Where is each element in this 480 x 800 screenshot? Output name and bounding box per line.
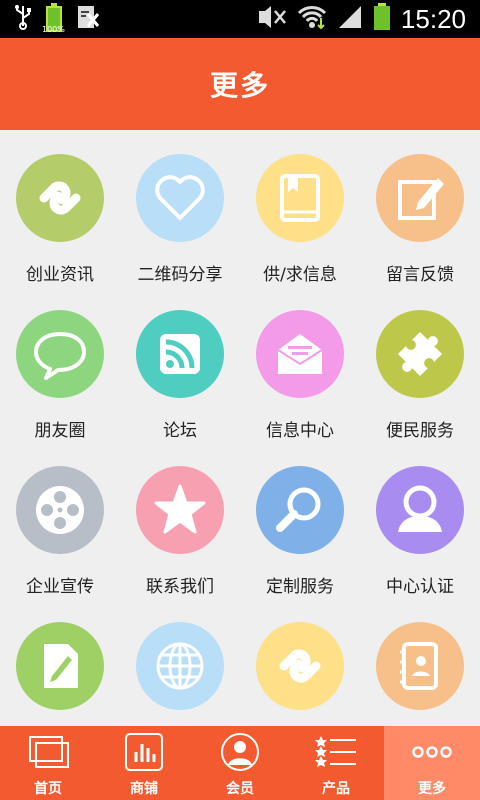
usb-icon	[14, 4, 32, 34]
nav-item-home[interactable]: 首页	[0, 726, 96, 800]
home-icon	[26, 732, 70, 772]
grid-item-supply-demand[interactable]: 供/求信息	[240, 130, 360, 286]
grid-item-circle	[376, 466, 464, 554]
grid-item-circle	[16, 310, 104, 398]
grid-item-label: 留言反馈	[386, 265, 454, 285]
grid-item-label: 便民服务	[386, 421, 454, 441]
grid-item-circle	[136, 466, 224, 554]
grid-item-label: 中心认证	[386, 577, 454, 597]
grid-item-circle	[376, 154, 464, 242]
grid-item-center-certification[interactable]: 中心认证	[360, 442, 480, 598]
grid-item-label: 信息中心	[266, 421, 334, 441]
page-title: 更多	[209, 69, 270, 102]
grid-item-label: 联系我们	[146, 577, 214, 597]
nav-label: 产品	[322, 781, 350, 797]
grid-item-message-center[interactable]: 信息中心	[240, 286, 360, 442]
signal-icon	[337, 4, 363, 34]
grid-item-label: 供/求信息	[263, 265, 337, 285]
product-list-icon	[314, 732, 358, 772]
wifi-icon	[297, 4, 327, 34]
grid-item-circle	[376, 622, 464, 710]
grid-item-contacts[interactable]	[360, 598, 480, 726]
member-icon	[218, 732, 262, 772]
header: 更多	[0, 38, 480, 130]
grid-item-label: 二维码分享	[137, 265, 223, 285]
grid-item-circle	[16, 466, 104, 554]
bottom-nav: 首页 商铺 会员 产品 更多	[0, 726, 480, 800]
nav-item-shop[interactable]: 商铺	[96, 726, 192, 800]
link-icon	[279, 649, 321, 683]
clock: 15:20	[400, 3, 466, 34]
nav-item-products[interactable]: 产品	[288, 726, 384, 800]
heart-icon	[155, 175, 205, 220]
envelope-icon	[277, 334, 323, 374]
grid-item-forum[interactable]: 论坛	[120, 286, 240, 442]
chat-bubble-icon	[34, 332, 86, 380]
magnifier-icon	[276, 487, 321, 532]
rss-icon	[160, 334, 200, 374]
film-reel-icon	[36, 486, 84, 534]
grid-item-link[interactable]	[240, 598, 360, 726]
grid-item-label: 定制服务	[266, 577, 334, 597]
globe-icon	[156, 642, 204, 690]
grid-item-circle	[136, 154, 224, 242]
grid-item-label: 朋友圈	[34, 421, 86, 441]
grid-item-feedback[interactable]: 留言反馈	[360, 130, 480, 286]
status-bar: 100% 15:20	[0, 0, 480, 38]
grid-item-startup-news[interactable]: 创业资讯	[0, 130, 120, 286]
battery-status-icon: 100%	[42, 3, 65, 34]
document-edit-icon	[44, 644, 78, 688]
grid-item-circle	[256, 154, 344, 242]
book-icon	[280, 174, 320, 222]
shop-icon	[122, 732, 166, 772]
battery-icon	[373, 3, 391, 35]
grid-item-circle	[376, 310, 464, 398]
grid-item-circle	[136, 622, 224, 710]
nav-label: 商铺	[130, 781, 158, 797]
status-system: 15:20	[257, 0, 466, 38]
grid-item-document[interactable]	[0, 598, 120, 726]
feature-grid: 创业资讯 二维码分享 供/求信息 留言反馈 朋友圈 论坛 信息中心 便民服务 企…	[0, 130, 480, 726]
grid-item-circle	[256, 622, 344, 710]
nav-item-more[interactable]: 更多	[384, 726, 480, 800]
user-icon	[398, 485, 442, 532]
status-notifications: 100%	[14, 3, 100, 34]
puzzle-icon	[398, 332, 442, 376]
nav-label: 会员	[226, 781, 254, 797]
grid-item-convenience-services[interactable]: 便民服务	[360, 286, 480, 442]
star-icon	[154, 484, 206, 534]
grid-item-label: 论坛	[163, 421, 197, 441]
grid-item-contact-us[interactable]: 联系我们	[120, 442, 240, 598]
nav-label: 首页	[34, 781, 62, 797]
document-status-icon	[76, 4, 100, 34]
grid-item-label: 企业宣传	[26, 577, 94, 597]
grid-item-moments[interactable]: 朋友圈	[0, 286, 120, 442]
grid-item-label: 创业资讯	[26, 265, 94, 285]
grid-item-circle	[256, 310, 344, 398]
grid-item-custom-services[interactable]: 定制服务	[240, 442, 360, 598]
grid-item-circle	[256, 466, 344, 554]
grid-item-circle	[16, 622, 104, 710]
nav-item-member[interactable]: 会员	[192, 726, 288, 800]
grid-item-website[interactable]	[120, 598, 240, 726]
link-icon	[39, 181, 81, 215]
grid-item-circle	[136, 310, 224, 398]
grid-item-corporate-promotion[interactable]: 企业宣传	[0, 442, 120, 598]
edit-icon	[398, 178, 444, 220]
more-icon	[410, 732, 454, 772]
grid-item-qrcode-share[interactable]: 二维码分享	[120, 130, 240, 286]
nav-label: 更多	[418, 781, 446, 797]
contact-book-icon	[400, 642, 438, 690]
grid-item-circle	[16, 154, 104, 242]
mute-icon	[257, 5, 287, 33]
